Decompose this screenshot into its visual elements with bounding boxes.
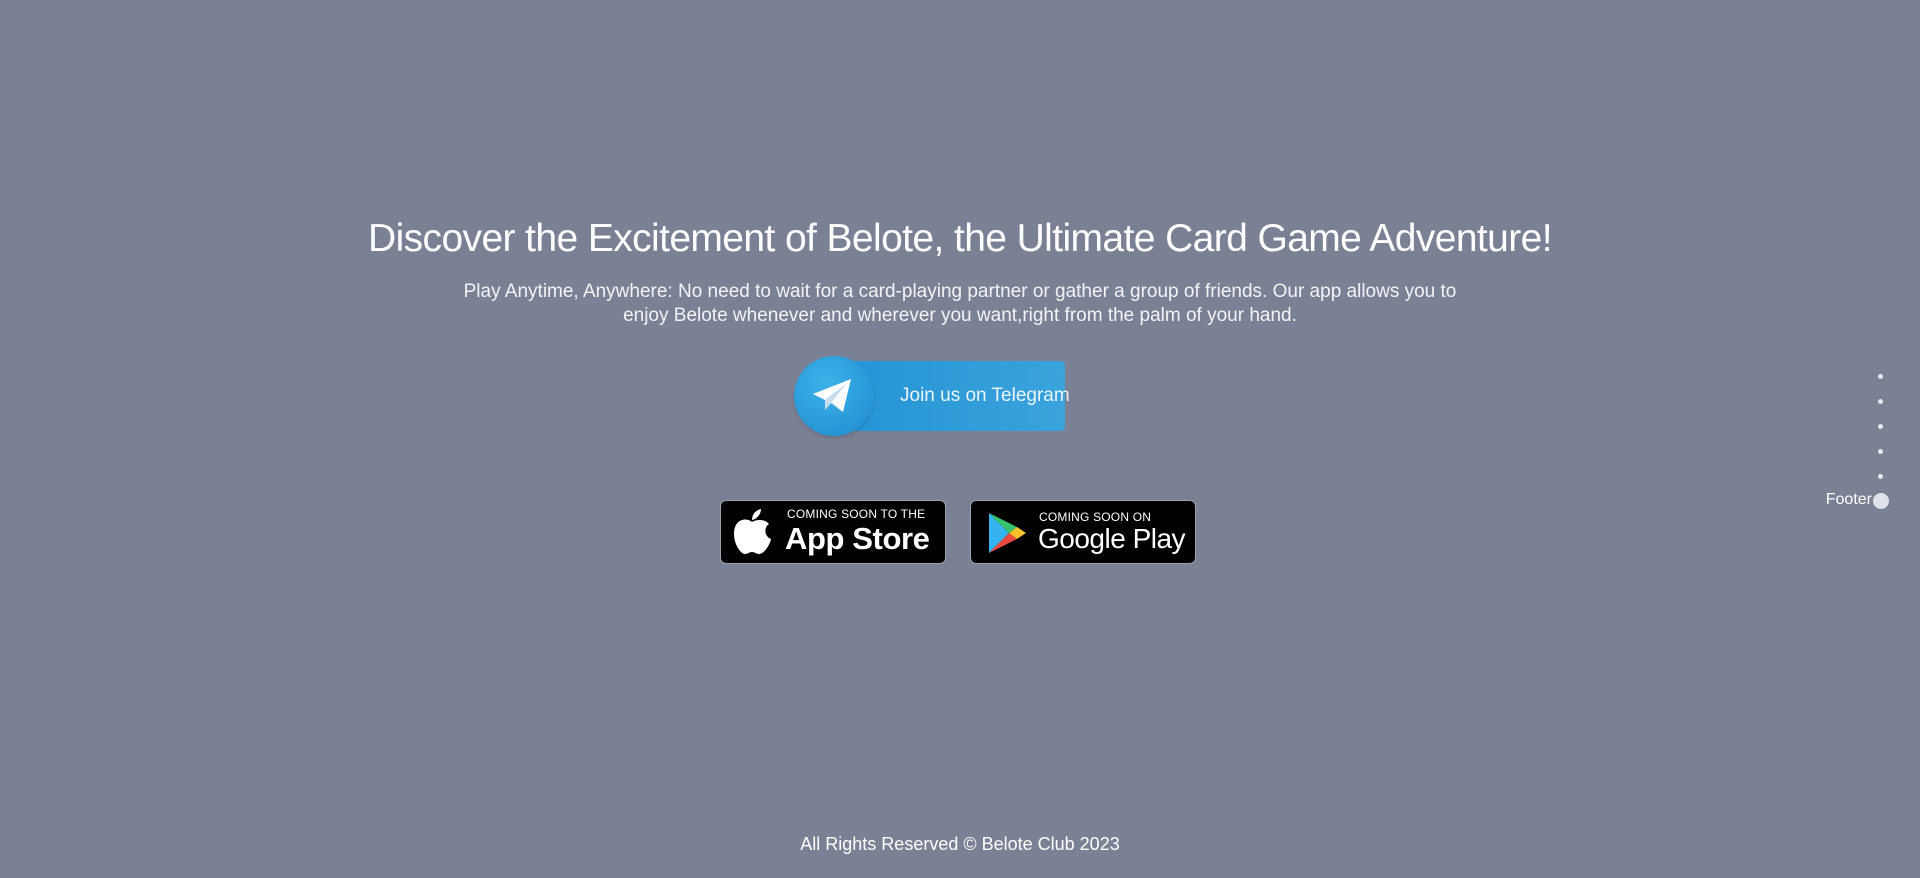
section-nav-active-dot	[1873, 493, 1889, 509]
section-nav-dot[interactable]	[1878, 424, 1883, 429]
page: Discover the Excitement of Belote, the U…	[0, 0, 1920, 878]
section-nav-dot[interactable]	[1878, 474, 1883, 479]
app-store-button[interactable]: COMING SOON TO THE App Store	[720, 500, 946, 564]
google-play-big-text: Google Play	[1038, 523, 1186, 554]
google-play-icon	[989, 513, 1026, 553]
google-play-small-text: COMING SOON ON	[1039, 510, 1152, 524]
section-nav: Footer	[1800, 366, 1900, 516]
footer-copyright: All Rights Reserved © Belote Club 2023	[800, 834, 1120, 854]
google-play-button[interactable]: COMING SOON ON Google Play	[970, 500, 1196, 564]
telegram-button-label: Join us on Telegram	[900, 385, 1070, 406]
section-nav-active-label: Footer	[1825, 491, 1872, 508]
section-nav-dot[interactable]	[1878, 399, 1883, 404]
join-telegram-button[interactable]: Join us on Telegram	[794, 356, 1072, 436]
app-store-big-text: App Store	[785, 521, 930, 556]
section-nav-item-footer[interactable]: Footer	[1800, 490, 1900, 512]
app-store-small-text: COMING SOON TO THE	[787, 507, 926, 521]
hero-section: Discover the Excitement of Belote, the U…	[0, 210, 1920, 328]
section-nav-dot[interactable]	[1878, 374, 1883, 379]
section-nav-dot[interactable]	[1878, 449, 1883, 454]
telegram-icon	[794, 356, 874, 436]
hero-subtitle: Play Anytime, Anywhere: No need to wait …	[463, 281, 1457, 326]
apple-icon	[734, 509, 771, 554]
hero-title: Discover the Excitement of Belote, the U…	[368, 217, 1553, 260]
